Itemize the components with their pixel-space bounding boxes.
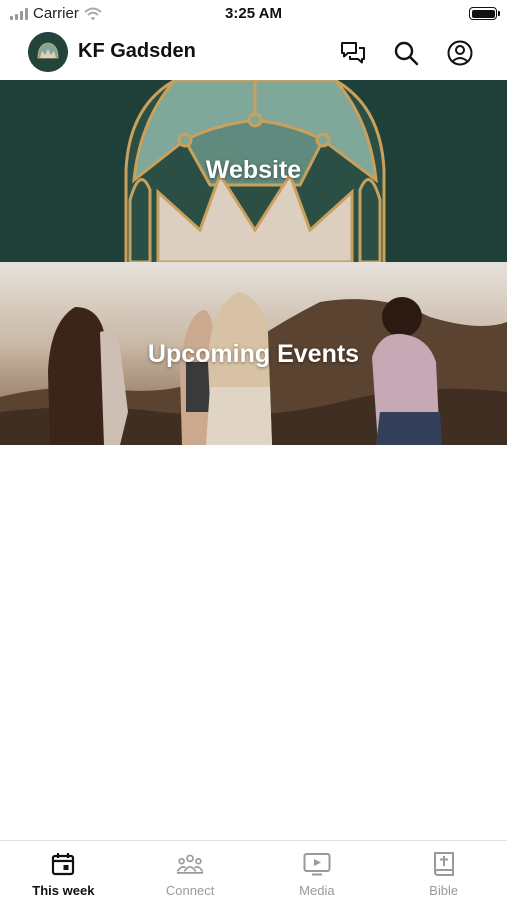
tab-bible[interactable]: Bible bbox=[380, 841, 507, 900]
tab-media[interactable]: Media bbox=[254, 841, 381, 900]
tab-label-connect: Connect bbox=[165, 883, 215, 898]
bottom-tab-bar: This week Connect Media Bible bbox=[0, 840, 507, 900]
tab-label-bible: Bible bbox=[429, 883, 459, 898]
tab-connect[interactable]: Connect bbox=[127, 841, 254, 900]
people-icon bbox=[176, 850, 204, 878]
bible-icon bbox=[430, 850, 458, 878]
tab-label-media: Media bbox=[299, 883, 335, 898]
website-card-label: Website bbox=[205, 156, 302, 184]
tab-label-this-week: This week bbox=[32, 883, 95, 898]
website-card[interactable]: Website bbox=[0, 80, 507, 262]
app-header: KF Gadsden bbox=[0, 28, 507, 80]
battery-icon bbox=[469, 7, 500, 20]
calendar-icon bbox=[49, 850, 77, 878]
profile-icon[interactable] bbox=[445, 38, 475, 68]
upcoming-events-card-label: Upcoming Events bbox=[147, 340, 360, 368]
play-screen-icon bbox=[303, 850, 331, 878]
app-title: KF Gadsden bbox=[78, 40, 196, 62]
upcoming-events-card[interactable]: Upcoming Events bbox=[0, 262, 507, 445]
status-time: 3:25 AM bbox=[225, 5, 282, 22]
tab-this-week[interactable]: This week bbox=[0, 841, 127, 900]
chat-icon[interactable] bbox=[338, 38, 368, 68]
church-logo-avatar[interactable] bbox=[28, 32, 68, 72]
status-bar: Carrier 3:25 AM bbox=[0, 0, 507, 28]
search-icon[interactable] bbox=[391, 38, 421, 68]
